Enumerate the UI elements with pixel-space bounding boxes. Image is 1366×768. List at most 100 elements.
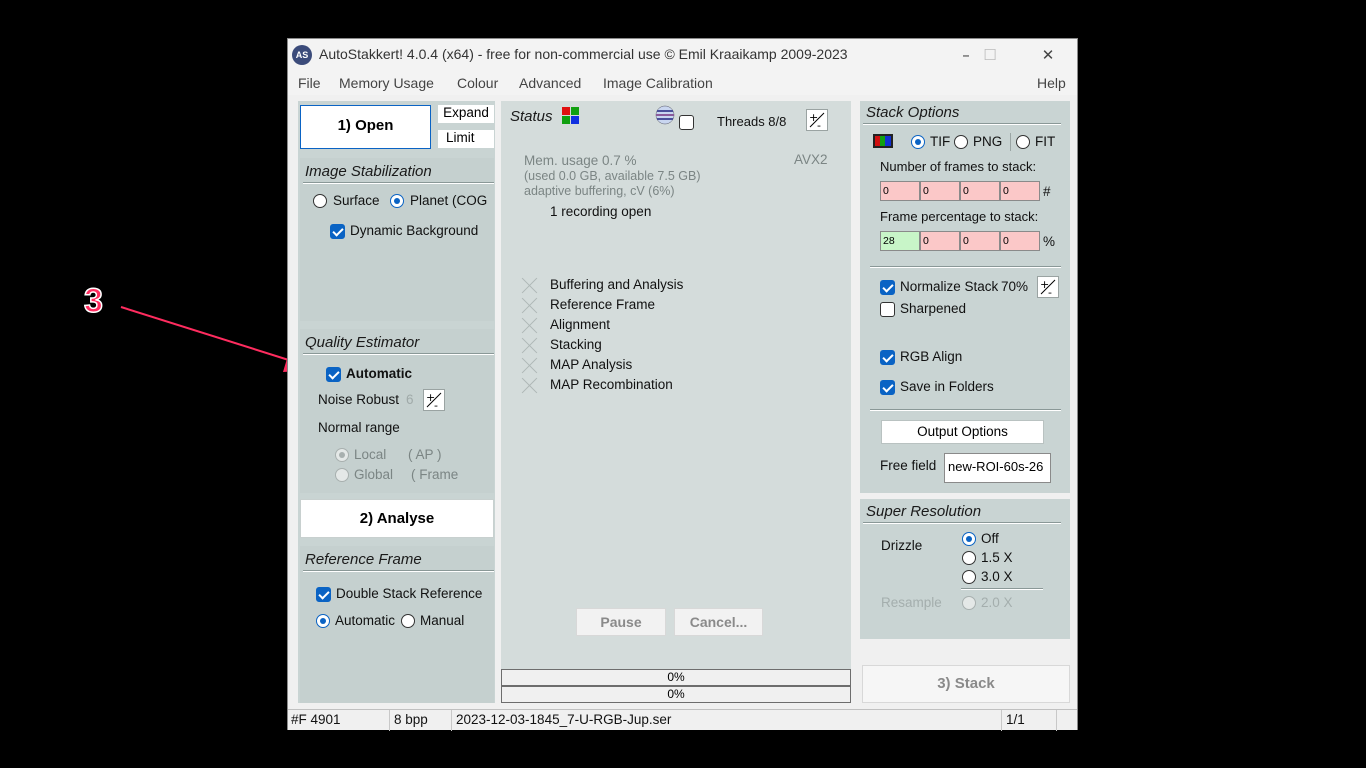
normalize-stack-value: 70% (1001, 279, 1029, 294)
divider (303, 353, 494, 355)
rgb-align-label: RGB Align (900, 349, 963, 364)
threads-adjust-button[interactable]: + - (806, 109, 828, 132)
progress-bar-top: 0% (501, 669, 851, 686)
progress-label: 0% (667, 670, 685, 684)
menu-colour[interactable]: Colour (457, 75, 498, 91)
global-frame-radio[interactable] (335, 468, 349, 482)
divider (303, 570, 494, 572)
normalize-adjust-button[interactable]: + - (1037, 276, 1059, 299)
percent-field-3[interactable]: 0 (960, 231, 1000, 251)
close-button[interactable]: ✕ (1028, 43, 1068, 67)
local-label: Local (354, 447, 387, 462)
step-map-analysis: MAP Analysis (550, 357, 633, 372)
frames-to-stack-label: Number of frames to stack: (880, 159, 1037, 174)
dynamic-background-checkbox[interactable] (330, 224, 345, 239)
step-reference-frame: Reference Frame (550, 297, 656, 312)
normal-range-label: Normal range (318, 420, 400, 435)
drizzle-1-5x-radio[interactable] (962, 551, 976, 565)
step-stacking: Stacking (550, 337, 602, 352)
automatic-quality-checkbox[interactable] (326, 367, 341, 382)
percent-field-4[interactable]: 0 (1000, 231, 1040, 251)
image-stabilization-title: Image Stabilization (305, 163, 432, 180)
format-png-radio[interactable] (954, 135, 968, 149)
quality-estimator-title: Quality Estimator (305, 334, 420, 351)
memory-detail-text: (used 0.0 GB, available 7.5 GB) (524, 169, 701, 183)
svg-text:-: - (817, 119, 821, 130)
stack-button[interactable]: 3) Stack (862, 665, 1070, 703)
format-tif-radio[interactable] (911, 135, 925, 149)
surface-radio[interactable] (313, 194, 327, 208)
divider (863, 522, 1061, 524)
reference-manual-radio[interactable] (401, 614, 415, 628)
step-map-recombination: MAP Recombination (550, 377, 673, 392)
noise-robust-label: Noise Robust (318, 392, 400, 407)
rgb-align-checkbox[interactable] (880, 350, 895, 365)
analyse-button[interactable]: 2) Analyse (300, 499, 494, 538)
noise-robust-adjust-button[interactable]: + - (423, 389, 445, 412)
local-ap-radio[interactable] (335, 448, 349, 462)
menu-advanced[interactable]: Advanced (519, 75, 581, 91)
menu-image-calibration[interactable]: Image Calibration (603, 75, 713, 91)
format-png-label: PNG (973, 134, 1003, 149)
pending-x-icon (521, 277, 538, 294)
open-button[interactable]: 1) Open (300, 105, 431, 149)
local-ap-suffix: ( AP ) (408, 447, 442, 462)
resample-label: Resample (881, 595, 942, 610)
planet-cog-label: Planet (COG (410, 193, 488, 208)
reference-frame-title: Reference Frame (305, 551, 422, 568)
sharpened-label: Sharpened (900, 301, 967, 316)
save-in-folders-checkbox[interactable] (880, 380, 895, 395)
double-stack-reference-checkbox[interactable] (316, 587, 331, 602)
sharpened-checkbox[interactable] (880, 302, 895, 317)
expand-button[interactable]: Expand (438, 105, 494, 123)
reference-automatic-label: Automatic (335, 613, 396, 628)
status-title: Status (510, 108, 553, 125)
file-name: 2023-12-03-1845_7-U-RGB-Jup.ser (452, 710, 1002, 731)
normalize-stack-checkbox[interactable] (880, 280, 895, 295)
divider (870, 409, 1061, 411)
percent-field-2[interactable]: 0 (920, 231, 960, 251)
free-field-input[interactable]: new-ROI-60s-26 (944, 453, 1051, 483)
window-title: AutoStakkert! 4.0.4 (x64) - free for non… (319, 46, 848, 62)
resample-2x-radio[interactable] (962, 596, 976, 610)
step-alignment: Alignment (550, 317, 611, 332)
noise-robust-value: 6 (406, 392, 414, 407)
pending-x-icon (521, 297, 538, 314)
cancel-button[interactable]: Cancel... (674, 608, 763, 636)
output-options-button[interactable]: Output Options (881, 420, 1044, 444)
percent-unit: % (1043, 234, 1056, 249)
frames-field-1[interactable]: 0 (880, 181, 920, 201)
frames-field-4[interactable]: 0 (1000, 181, 1040, 201)
reference-automatic-radio[interactable] (316, 614, 330, 628)
maximize-button[interactable]: ☐ (970, 43, 1010, 67)
percent-field-1[interactable]: 28 (880, 231, 920, 251)
format-fit-radio[interactable] (1016, 135, 1030, 149)
drizzle-off-radio[interactable] (962, 532, 976, 546)
super-resolution-title: Super Resolution (866, 503, 982, 520)
planet-cog-radio[interactable] (390, 194, 404, 208)
menu-help[interactable]: Help (1037, 75, 1066, 91)
menu-file[interactable]: File (298, 75, 321, 91)
divider (870, 266, 1061, 268)
pending-x-icon (521, 317, 538, 334)
color-grid-icon (562, 107, 579, 124)
plus-minus-icon: +- (1040, 278, 1056, 299)
format-tif-label: TIF (930, 134, 951, 149)
svg-text:-: - (1048, 286, 1052, 297)
pending-x-icon (521, 357, 538, 374)
drizzle-3x-radio[interactable] (962, 570, 976, 584)
automatic-quality-label: Automatic (346, 366, 413, 381)
frames-field-2[interactable]: 0 (920, 181, 960, 201)
avx-label: AVX2 (794, 152, 828, 167)
frame-percentage-label: Frame percentage to stack: (880, 209, 1039, 224)
svg-text:-: - (434, 399, 438, 410)
frames-field-3[interactable]: 0 (960, 181, 1000, 201)
progress-label: 0% (667, 687, 685, 701)
planet-mode-checkbox[interactable] (679, 115, 694, 130)
pause-button[interactable]: Pause (576, 608, 666, 636)
global-label: Global (354, 467, 394, 482)
buffering-text: adaptive buffering, cV (6%) (524, 184, 675, 198)
save-in-folders-label: Save in Folders (900, 379, 994, 394)
limit-button[interactable]: Limit (438, 130, 494, 148)
menu-memory-usage[interactable]: Memory Usage (339, 75, 434, 91)
